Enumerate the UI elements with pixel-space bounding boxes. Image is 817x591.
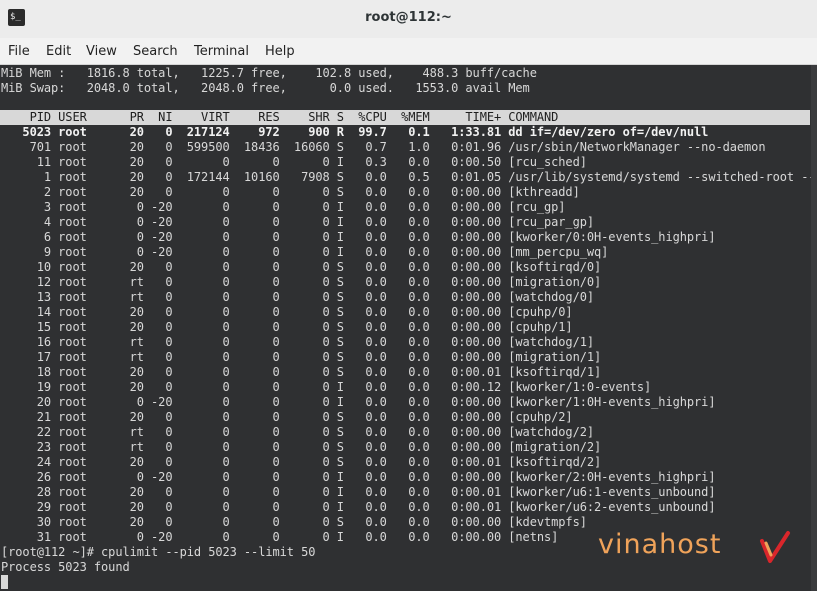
process-row: 9 root 0 -20 0 0 0 I 0.0 0.0 0:00.00 [mm…: [1, 245, 609, 259]
process-row: 12 root rt 0 0 0 0 S 0.0 0.0 0:00.00 [mi…: [1, 275, 602, 289]
process-row: 6 root 0 -20 0 0 0 I 0.0 0.0 0:00.00 [kw…: [1, 230, 716, 244]
process-row: 17 root rt 0 0 0 0 S 0.0 0.0 0:00.00 [mi…: [1, 350, 602, 364]
terminal-output[interactable]: MiB Mem : 1816.8 total, 1225.7 free, 102…: [0, 65, 817, 591]
shell-output-line: Process 5023 found: [1, 560, 130, 574]
vinahost-logo: vinahost: [598, 527, 798, 567]
process-row: 13 root rt 0 0 0 0 S 0.0 0.0 0:00.00 [wa…: [1, 290, 595, 304]
process-row: 19 root 20 0 0 0 0 I 0.0 0.0 0:00.12 [kw…: [1, 380, 652, 394]
menu-edit[interactable]: Edit: [46, 44, 71, 59]
process-row: 26 root 0 -20 0 0 0 I 0.0 0.0 0:00.00 [k…: [1, 470, 716, 484]
process-row: 2 root 20 0 0 0 0 S 0.0 0.0 0:00.00 [kth…: [1, 185, 580, 199]
menu-help[interactable]: Help: [265, 44, 295, 59]
process-row: 24 root 20 0 0 0 0 S 0.0 0.0 0:00.01 [ks…: [1, 455, 602, 469]
process-row: 31 root 0 -20 0 0 0 I 0.0 0.0 0:00.00 [n…: [1, 530, 559, 544]
process-table-header: PID USER PR NI VIRT RES SHR S %CPU %MEM …: [1, 110, 559, 124]
process-row: 15 root 20 0 0 0 0 S 0.0 0.0 0:00.00 [cp…: [1, 320, 573, 334]
process-row: 28 root 20 0 0 0 0 I 0.0 0.0 0:00.01 [kw…: [1, 485, 716, 499]
process-row: 1 root 20 0 172144 10160 7908 S 0.0 0.5 …: [1, 170, 817, 184]
process-row: 3 root 0 -20 0 0 0 I 0.0 0.0 0:00.00 [rc…: [1, 200, 566, 214]
menu-file[interactable]: File: [8, 44, 30, 59]
menu-search[interactable]: Search: [133, 44, 178, 59]
process-row: 10 root 20 0 0 0 0 S 0.0 0.0 0:00.00 [ks…: [1, 260, 602, 274]
logo-wordmark: vinahost: [598, 529, 722, 560]
window-title: root@112:~: [365, 10, 452, 25]
menu-bar: File Edit View Search Terminal Help: [0, 38, 817, 65]
process-row: 701 root 20 0 599500 18436 16060 S 0.7 1…: [1, 140, 766, 154]
menu-view[interactable]: View: [86, 44, 117, 59]
shell-command-line: [root@112 ~]# cpulimit --pid 5023 --limi…: [1, 545, 316, 559]
menu-terminal[interactable]: Terminal: [194, 44, 249, 59]
process-row: 30 root 20 0 0 0 0 S 0.0 0.0 0:00.00 [kd…: [1, 515, 587, 529]
process-row: 23 root rt 0 0 0 0 S 0.0 0.0 0:00.00 [mi…: [1, 440, 602, 454]
process-row: 21 root 20 0 0 0 0 S 0.0 0.0 0:00.00 [cp…: [1, 410, 573, 424]
process-row: 20 root 0 -20 0 0 0 I 0.0 0.0 0:00.00 [k…: [1, 395, 716, 409]
mem-summary-line: MiB Mem : 1816.8 total, 1225.7 free, 102…: [1, 66, 537, 80]
checkmark-logo-icon: [760, 531, 790, 563]
process-row: 4 root 0 -20 0 0 0 I 0.0 0.0 0:00.00 [rc…: [1, 215, 595, 229]
terminal-cursor: [1, 575, 8, 589]
process-row: 11 root 20 0 0 0 0 I 0.3 0.0 0:00.50 [rc…: [1, 155, 587, 169]
process-row: 22 root rt 0 0 0 0 S 0.0 0.0 0:00.00 [wa…: [1, 425, 595, 439]
terminal-scrollbar[interactable]: [811, 65, 817, 591]
swap-summary-line: MiB Swap: 2048.0 total, 2048.0 free, 0.0…: [1, 81, 530, 95]
process-row: 18 root 20 0 0 0 0 S 0.0 0.0 0:00.01 [ks…: [1, 365, 602, 379]
process-row: 5023 root 20 0 217124 972 900 R 99.7 0.1…: [1, 125, 709, 139]
process-row: 16 root rt 0 0 0 0 S 0.0 0.0 0:00.00 [wa…: [1, 335, 595, 349]
title-bar: $_ root@112:~: [0, 0, 817, 38]
process-row: 14 root 20 0 0 0 0 S 0.0 0.0 0:00.00 [cp…: [1, 305, 573, 319]
process-row: 29 root 20 0 0 0 0 I 0.0 0.0 0:00.01 [kw…: [1, 500, 716, 514]
